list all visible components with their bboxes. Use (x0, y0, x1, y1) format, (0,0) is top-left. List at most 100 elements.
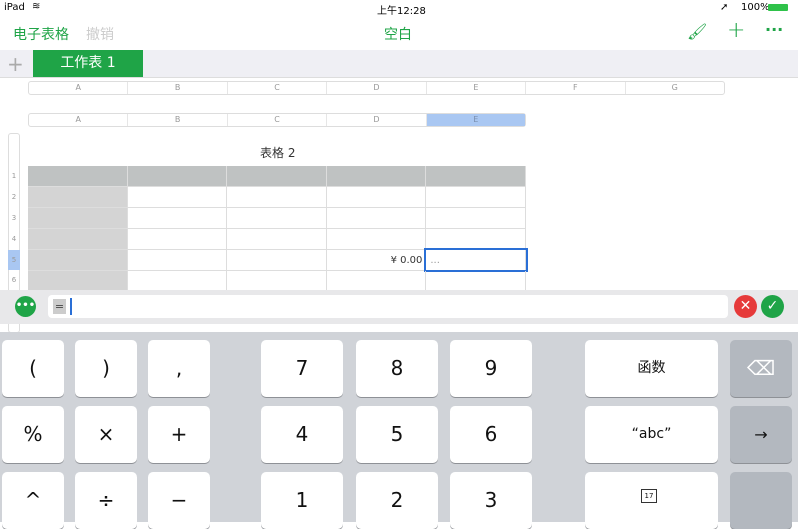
column-b[interactable]: B (128, 82, 228, 94)
cell[interactable] (426, 166, 526, 186)
key-1[interactable]: 1 (261, 472, 343, 529)
cell[interactable] (28, 271, 128, 291)
key-6[interactable]: 6 (450, 406, 532, 463)
key-right-paren[interactable]: ) (75, 340, 137, 397)
date-time-key[interactable]: 17 (585, 472, 718, 529)
cell[interactable] (128, 229, 228, 249)
cell[interactable] (227, 250, 327, 270)
key-left-paren[interactable]: ( (2, 340, 64, 397)
column-g[interactable]: G (626, 82, 724, 94)
equals-token: = (53, 299, 66, 314)
key-5[interactable]: 5 (356, 406, 438, 463)
table-row (28, 229, 526, 250)
key-7[interactable]: 7 (261, 340, 343, 397)
document-title[interactable]: 空白 (384, 24, 412, 44)
cell[interactable] (28, 208, 128, 228)
battery-percent: 100% (741, 2, 770, 13)
row-number[interactable]: 3 (8, 214, 20, 222)
cell[interactable] (128, 250, 228, 270)
row-number[interactable]: 1 (8, 172, 20, 180)
table-row: ¥ 0.00... (28, 248, 528, 272)
functions-key[interactable]: 函数 (585, 340, 718, 397)
key-4[interactable]: 4 (261, 406, 343, 463)
key-8[interactable]: 8 (356, 340, 438, 397)
format-brush-icon[interactable]: 🖌 (687, 22, 707, 41)
cell-e5-editing[interactable]: ... (424, 248, 528, 272)
back-spreadsheets-button[interactable]: 电子表格 (13, 24, 69, 44)
formula-keyboard: ( ) , 7 8 9 函数 ⌫ % × + 4 5 6 “abc” → ^ ÷… (0, 332, 798, 529)
cell[interactable] (28, 250, 128, 270)
row-number[interactable]: 6 (8, 276, 20, 284)
key-comma[interactable]: , (148, 340, 210, 397)
formula-input[interactable]: = (48, 295, 728, 318)
column-header-top: A B C D E F G (28, 81, 725, 95)
location-icon: ➚ (720, 2, 729, 13)
table-column-e-selected[interactable]: E (426, 114, 526, 126)
key-2[interactable]: 2 (356, 472, 438, 529)
table-row (28, 187, 526, 208)
cell[interactable] (426, 271, 526, 291)
confirm-icon[interactable]: ✓ (761, 295, 784, 318)
column-c[interactable]: C (228, 82, 328, 94)
cancel-icon[interactable]: ✕ (734, 295, 757, 318)
cell[interactable] (227, 208, 327, 228)
cell[interactable] (327, 166, 427, 186)
cell[interactable] (28, 229, 128, 249)
row-number[interactable]: 2 (8, 193, 20, 201)
cell[interactable] (227, 166, 327, 186)
more-icon[interactable]: ··· (765, 20, 783, 39)
tab-key[interactable]: → (730, 406, 792, 463)
column-a[interactable]: A (29, 82, 129, 94)
key-percent[interactable]: % (2, 406, 64, 463)
cell[interactable] (327, 229, 427, 249)
cell[interactable] (426, 208, 526, 228)
backspace-icon[interactable]: ⌫ (730, 340, 792, 397)
cell-d5[interactable]: ¥ 0.00 (327, 250, 427, 270)
cell[interactable] (227, 187, 327, 207)
text-key[interactable]: “abc” (585, 406, 718, 463)
table-row (28, 271, 526, 292)
cell[interactable] (327, 187, 427, 207)
key-plus[interactable]: + (148, 406, 210, 463)
formula-options-icon[interactable]: ••• (15, 296, 36, 317)
table-title: 表格 2 (260, 146, 296, 160)
table-column-header: A B C D E (28, 113, 526, 127)
cell[interactable] (426, 229, 526, 249)
calendar-clock-icon: 17 (641, 489, 657, 503)
cell[interactable] (128, 187, 228, 207)
cell[interactable] (28, 166, 128, 186)
key-3[interactable]: 3 (450, 472, 532, 529)
table-column-a[interactable]: A (29, 114, 129, 126)
cell[interactable] (426, 187, 526, 207)
key-divide[interactable]: ÷ (75, 472, 137, 529)
blank-key[interactable] (730, 472, 792, 529)
cell[interactable] (227, 271, 327, 291)
add-icon[interactable]: + (727, 18, 745, 43)
cell[interactable] (327, 271, 427, 291)
cell[interactable] (128, 271, 228, 291)
column-f[interactable]: F (526, 82, 626, 94)
header-row (28, 166, 526, 187)
clock: 上午12:28 (377, 6, 426, 17)
column-d[interactable]: D (327, 82, 427, 94)
sheet-tab-1[interactable]: 工作表 1 (33, 50, 143, 77)
status-bar: iPad ≋ 上午12:28 ➚ 100% (0, 0, 798, 17)
cell[interactable] (28, 187, 128, 207)
table-column-b[interactable]: B (128, 114, 228, 126)
row-number[interactable]: 4 (8, 235, 20, 243)
cell[interactable] (128, 166, 228, 186)
table-column-c[interactable]: C (228, 114, 328, 126)
undo-button[interactable]: 撤销 (86, 24, 114, 44)
row-number-selected[interactable]: 5 (8, 250, 20, 270)
key-caret[interactable]: ^ (2, 472, 64, 529)
key-9[interactable]: 9 (450, 340, 532, 397)
table-row (28, 208, 526, 229)
cell[interactable] (128, 208, 228, 228)
cell[interactable] (227, 229, 327, 249)
cell[interactable] (327, 208, 427, 228)
key-minus[interactable]: − (148, 472, 210, 529)
key-multiply[interactable]: × (75, 406, 137, 463)
add-sheet-icon[interactable]: + (7, 52, 24, 76)
table-column-d[interactable]: D (327, 114, 427, 126)
column-e[interactable]: E (427, 82, 527, 94)
